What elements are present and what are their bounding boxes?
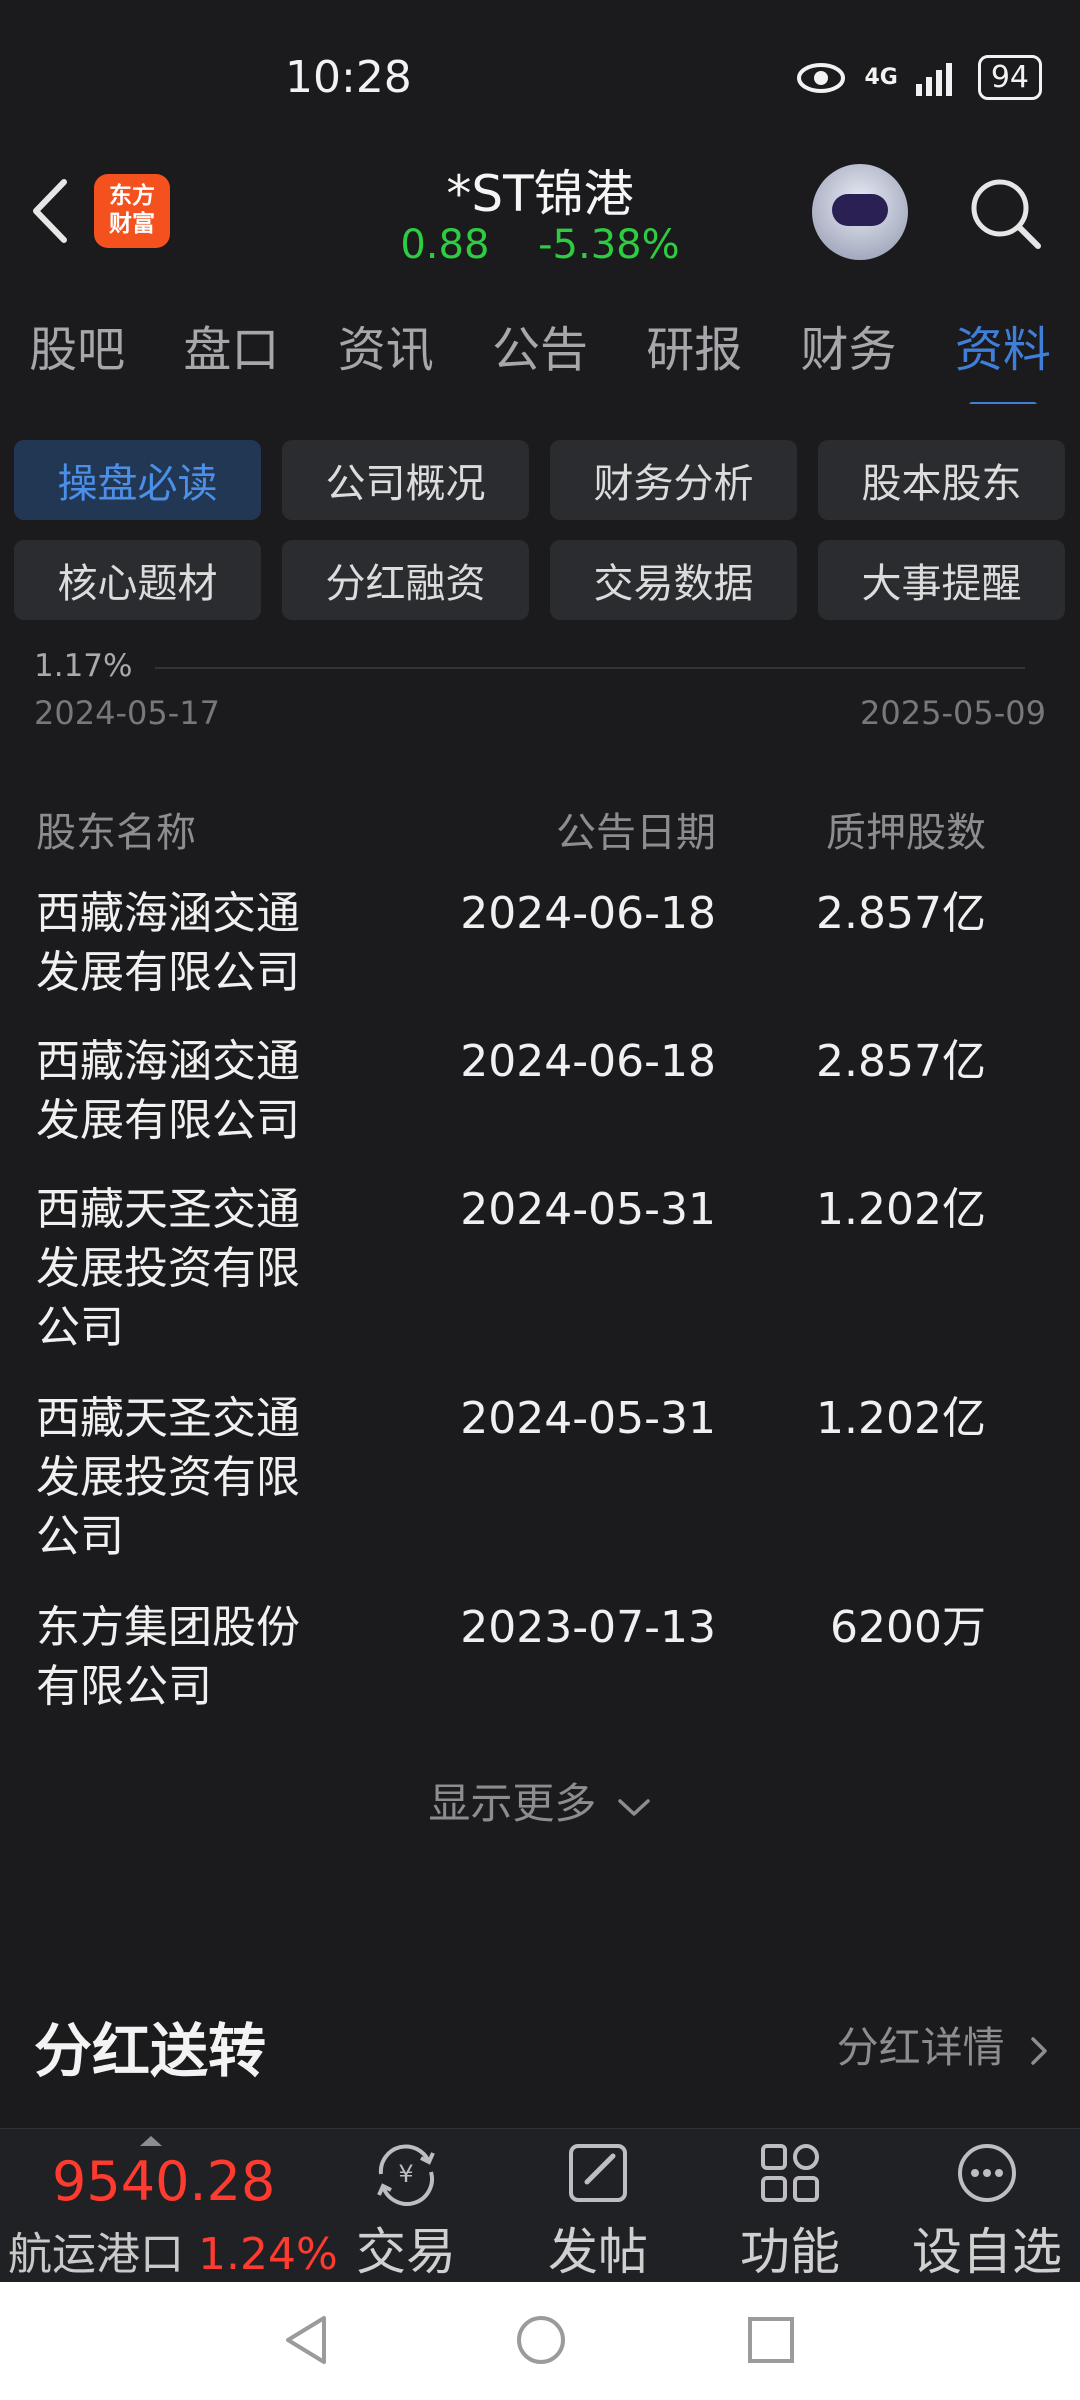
tab-profile[interactable]: 资料 <box>951 310 1055 408</box>
shareholder-name: 西藏天圣交通发展投资有限公司 <box>36 1184 300 1353</box>
subtab-events[interactable]: 大事提醒 <box>818 540 1065 620</box>
eye-icon <box>797 62 846 93</box>
grid-icon <box>761 2144 819 2202</box>
search-icon[interactable] <box>966 174 1046 254</box>
functions-label: 功能 <box>740 2223 840 2281</box>
pledged-shares: 2.857亿 <box>816 888 986 939</box>
subtab-financial-analysis[interactable]: 财务分析 <box>550 440 797 520</box>
nav-recents-icon[interactable] <box>744 2312 798 2368</box>
post-icon <box>569 2144 627 2202</box>
sub-tab-grid: 操盘必读 公司概况 财务分析 股本股东 核心题材 分红融资 交易数据 大事提醒 <box>14 440 1066 620</box>
chart-start-date: 2024-05-17 <box>34 694 220 732</box>
battery-indicator: 94 <box>977 55 1042 100</box>
status-time: 10:28 <box>285 52 412 103</box>
add-watchlist-label: 设自选 <box>912 2223 1062 2281</box>
trade-button[interactable]: ¥ 交易 <box>326 2140 486 2284</box>
chart-value-label: 1.17% <box>34 648 133 684</box>
functions-button[interactable]: 功能 <box>710 2140 870 2284</box>
tab-research[interactable]: 研报 <box>642 310 746 380</box>
stock-change: -5.38% <box>538 222 680 268</box>
system-nav-bar <box>0 2282 1080 2400</box>
robot-assistant-icon[interactable] <box>812 164 908 260</box>
index-value[interactable]: 9540.28 <box>52 2150 275 2213</box>
caret-up-icon[interactable] <box>140 2136 162 2146</box>
chart-line <box>155 667 1025 669</box>
index-change: 1.24% <box>198 2229 338 2280</box>
tab-finance[interactable]: 财务 <box>797 310 901 380</box>
post-button[interactable]: 发帖 <box>518 2140 678 2284</box>
chevron-down-icon <box>617 1798 650 1816</box>
tab-announcements[interactable]: 公告 <box>488 310 592 380</box>
stock-header: 东方 财富 *ST锦港 0.88 -5.38% <box>0 150 1080 287</box>
show-more-button[interactable]: 显示更多 <box>0 1770 1080 1831</box>
index-name-label: 航运港口 <box>8 2229 184 2280</box>
index-ticker[interactable]: 航运港口 1.24% <box>8 2218 338 2282</box>
shareholder-name: 东方集团股份有限公司 <box>36 1602 300 1712</box>
shareholder-name: 西藏海涵交通发展有限公司 <box>36 1036 300 1146</box>
more-icon <box>958 2144 1016 2202</box>
announcement-date: 2024-05-31 <box>460 1184 716 1235</box>
chart-end-date: 2025-05-09 <box>860 694 1046 732</box>
shareholder-name: 西藏天圣交通发展投资有限公司 <box>36 1393 300 1562</box>
section-title-dividend: 分红送转 <box>34 2017 267 2085</box>
trade-label: 交易 <box>356 2223 456 2281</box>
stock-name: *ST锦港 <box>446 165 634 223</box>
status-icons: 4G 94 <box>796 55 1042 100</box>
main-tabs: 股吧 盘口 资讯 公告 研报 财务 资料 <box>0 286 1080 408</box>
tab-guba[interactable]: 股吧 <box>25 310 129 380</box>
show-more-label: 显示更多 <box>428 1779 597 1828</box>
tab-pankou[interactable]: 盘口 <box>179 310 283 380</box>
subtab-company-overview[interactable]: 公司概况 <box>282 440 529 520</box>
dividend-details-label: 分红详情 <box>836 2023 1005 2072</box>
pledged-shares: 6200万 <box>830 1602 986 1653</box>
add-watchlist-button[interactable]: 设自选 <box>902 2140 1072 2284</box>
subtab-shareholders[interactable]: 股本股东 <box>818 440 1065 520</box>
pledged-shares: 1.202亿 <box>816 1184 986 1235</box>
signal-icon <box>915 62 952 96</box>
header-announcement-date: 公告日期 <box>556 810 716 856</box>
announcement-date: 2024-05-31 <box>460 1393 716 1444</box>
network-label: 4G <box>864 65 898 90</box>
pledged-shares: 1.202亿 <box>816 1393 986 1444</box>
nav-home-icon[interactable] <box>514 2312 568 2368</box>
announcement-date: 2024-06-18 <box>460 1036 716 1087</box>
shareholder-name: 西藏海涵交通发展有限公司 <box>36 888 300 998</box>
header-shareholder-name: 股东名称 <box>36 810 196 856</box>
post-label: 发帖 <box>548 2223 648 2281</box>
stock-quote: 0.88 -5.38% <box>0 222 1080 268</box>
subtab-core-themes[interactable]: 核心题材 <box>14 540 261 620</box>
stock-price: 0.88 <box>400 222 490 268</box>
svg-text:¥: ¥ <box>398 2160 413 2188</box>
announcement-date: 2024-06-18 <box>460 888 716 939</box>
subtab-trading-data[interactable]: 交易数据 <box>550 540 797 620</box>
nav-back-icon[interactable] <box>280 2312 334 2368</box>
tab-news[interactable]: 资讯 <box>334 310 438 380</box>
subtab-dividend-financing[interactable]: 分红融资 <box>282 540 529 620</box>
chevron-right-icon <box>1031 2036 1047 2065</box>
trade-icon: ¥ <box>377 2144 435 2206</box>
dividend-details-link[interactable]: 分红详情 <box>837 2014 1050 2075</box>
header-pledged-shares: 质押股数 <box>826 810 986 856</box>
subtab-must-read[interactable]: 操盘必读 <box>14 440 261 520</box>
announcement-date: 2023-07-13 <box>460 1602 716 1653</box>
table-header: 股东名称 公告日期 质押股数 <box>36 800 1046 860</box>
pledged-shares: 2.857亿 <box>816 1036 986 1087</box>
